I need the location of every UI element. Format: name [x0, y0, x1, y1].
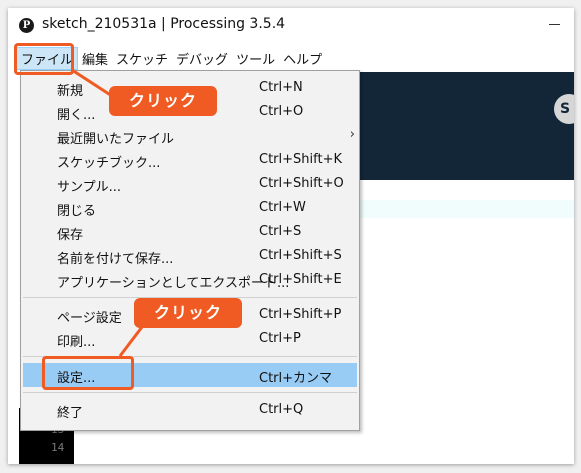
menu-item-shortcut: Ctrl+O: [259, 104, 304, 119]
menu-item-label: サンプル...: [57, 180, 122, 195]
menu-item-label: 閉じる: [57, 204, 97, 219]
callout-click-2: クリック: [134, 298, 242, 328]
menu-item-print[interactable]: 印刷... Ctrl+P: [21, 327, 359, 351]
menu-item-quit[interactable]: 終了 Ctrl+Q: [21, 398, 359, 422]
menu-item-label: 新規: [57, 84, 84, 99]
menu-item-label: 保存: [57, 228, 84, 243]
menu-sketch[interactable]: スケッチ: [112, 47, 172, 70]
menu-item-save[interactable]: 保存 Ctrl+S: [21, 220, 359, 244]
menu-item-shortcut: Ctrl+Shift+K: [259, 152, 342, 167]
highlight-ring-preferences: [42, 356, 134, 390]
line-number: 14: [51, 441, 65, 454]
menu-item-save-as[interactable]: 名前を付けて保存... Ctrl+Shift+S: [21, 244, 359, 268]
minimize-icon[interactable]: [549, 24, 560, 25]
menu-item-shortcut: Ctrl+P: [259, 331, 301, 346]
processing-app-icon: P: [19, 18, 34, 33]
title-bar: P sketch_210531a | Processing 3.5.4: [8, 8, 574, 42]
menu-item-label: 印刷...: [57, 335, 96, 350]
menu-separator: [23, 392, 357, 393]
menu-bar: ファイル 編集 スケッチ デバッグ ツール ヘルプ: [8, 46, 574, 70]
chevron-right-icon: ›: [349, 127, 355, 142]
menu-edit[interactable]: 編集: [78, 47, 112, 70]
screenshot: P sketch_210531a | Processing 3.5.4 ファイル…: [0, 0, 581, 473]
callout-click-1: クリック: [109, 86, 217, 116]
menu-item-shortcut: Ctrl+N: [259, 80, 303, 95]
menu-item-label: 名前を付けて保存...: [57, 252, 174, 267]
menu-item-shortcut: Ctrl+Shift+P: [259, 307, 342, 322]
menu-item-shortcut: Ctrl+S: [259, 224, 302, 239]
menu-tools[interactable]: ツール: [232, 47, 279, 70]
menu-item-export-application[interactable]: アプリケーションとしてエクスポート... Ctrl+Shift+E: [21, 268, 359, 292]
editor-current-line: [358, 200, 574, 218]
menu-item-label: スケッチブック...: [57, 156, 161, 171]
menu-item-label: 終了: [57, 406, 84, 421]
menu-debug[interactable]: デバッグ: [172, 47, 232, 70]
menu-item-shortcut: Ctrl+カンマ: [259, 371, 333, 386]
menu-item-shortcut: Ctrl+Shift+O: [259, 176, 344, 191]
window-title: sketch_210531a | Processing 3.5.4: [42, 16, 286, 32]
menu-item-examples[interactable]: サンプル... Ctrl+Shift+O: [21, 172, 359, 196]
toolbar: S: [358, 72, 574, 180]
menu-item-sketchbook[interactable]: スケッチブック... Ctrl+Shift+K: [21, 148, 359, 172]
menu-item-shortcut: Ctrl+W: [259, 200, 306, 215]
toolbar-button[interactable]: S: [554, 94, 574, 124]
menu-item-close[interactable]: 閉じる Ctrl+W: [21, 196, 359, 220]
menu-help[interactable]: ヘルプ: [279, 47, 326, 70]
menu-item-label: 開く...: [57, 108, 96, 123]
menu-item-shortcut: Ctrl+Shift+S: [259, 248, 342, 263]
menu-item-recent[interactable]: 最近開いたファイル ›: [21, 124, 359, 148]
menu-item-shortcut: Ctrl+Shift+E: [259, 272, 342, 287]
menu-item-label: ページ設定: [57, 311, 122, 326]
highlight-ring-file-menu: [14, 43, 74, 75]
menu-item-label: 最近開いたファイル: [57, 132, 175, 147]
menu-item-label: アプリケーションとしてエクスポート...: [57, 276, 290, 291]
menu-item-shortcut: Ctrl+Q: [259, 402, 304, 417]
